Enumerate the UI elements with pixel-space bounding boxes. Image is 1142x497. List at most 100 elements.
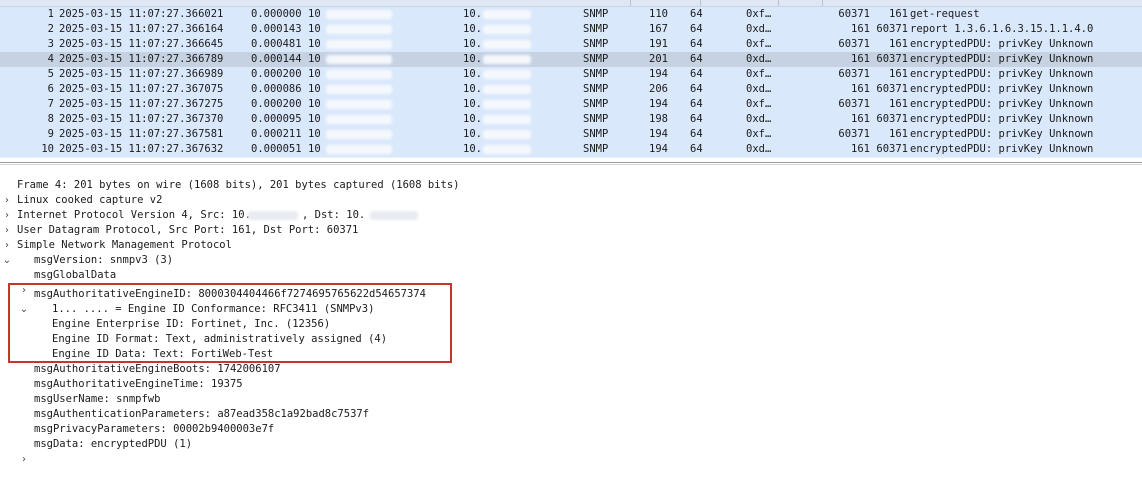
redacted-address (326, 55, 392, 64)
packet-cell-no: 1 (47, 8, 54, 20)
redacted-address (326, 115, 392, 124)
packet-cell-src: 10 (308, 83, 321, 95)
packet-cell-no: 2 (47, 23, 54, 35)
packet-row[interactable]: 5 2025-03-15 11:07:27.366989 0.000200 10 10.… (0, 67, 1142, 82)
packet-cell-ttl: 64 (690, 23, 703, 35)
tree-item-label: Engine ID Format: Text, administratively… (52, 333, 388, 345)
packet-cell-sport: 60371 (838, 98, 870, 110)
packet-cell-protocol: SNMP (583, 83, 609, 95)
redacted-address (326, 100, 392, 109)
packet-cell-dst: 10. (463, 68, 482, 80)
redacted-address (483, 85, 531, 94)
packet-cell-protocol: SNMP (583, 23, 609, 35)
packet-cell-length: 194 (649, 68, 668, 80)
packet-cell-protocol: SNMP (583, 68, 609, 80)
packet-cell-sport: 60371 (838, 8, 870, 20)
packet-cell-no: 4 (47, 53, 54, 65)
tree-item-label: User Datagram Protocol, Src Port: 161, D… (17, 224, 359, 236)
column-header-strip[interactable] (0, 0, 1142, 7)
packet-row[interactable]: 9 2025-03-15 11:07:27.367581 0.000211 10 10.… (0, 127, 1142, 142)
packet-cell-sport: 161 (851, 143, 870, 155)
tree-item-msg-global-data[interactable]: › msgGlobalData (0, 268, 116, 296)
tree-item-msg-data[interactable]: › msgData: encryptedPDU (1) (0, 437, 192, 465)
tree-item-ipv4[interactable]: › Internet Protocol Version 4, Src: 10. … (0, 208, 460, 236)
packet-cell-src: 10 (308, 143, 321, 155)
packet-cell-id: 0xf… (746, 98, 772, 110)
redacted-address (483, 25, 531, 34)
packet-cell-protocol: SNMP (583, 113, 609, 125)
tree-item-auth-params[interactable]: msgAuthenticationParameters: a87ead358c1… (0, 407, 369, 422)
tree-item-snmp[interactable]: ⌄ Simple Network Management Protocol (0, 238, 232, 266)
packet-cell-dport: 60371 (876, 143, 908, 155)
packet-cell-id: 0xf… (746, 38, 772, 50)
packet-row[interactable]: 6 2025-03-15 11:07:27.367075 0.000086 10 10.… (0, 82, 1142, 97)
packet-cell-dst: 10. (463, 38, 482, 50)
packet-cell-info: encryptedPDU: privKey Unknown (910, 38, 1094, 50)
tree-item-msg-version[interactable]: msgVersion: snmpv3 (3) (0, 253, 173, 268)
packet-cell-delta: 0.000051 (251, 143, 302, 155)
packet-details[interactable]: › Frame 4: 201 bytes on wire (1608 bits)… (0, 178, 1142, 470)
packet-cell-ttl: 64 (690, 38, 703, 50)
packet-cell-info: encryptedPDU: privKey Unknown (910, 113, 1094, 125)
packet-cell-no: 6 (47, 83, 54, 95)
packet-cell-length: 110 (649, 8, 668, 20)
packet-row[interactable]: 3 2025-03-15 11:07:27.366645 0.000481 10 10.… (0, 37, 1142, 52)
packet-cell-length: 201 (649, 53, 668, 65)
packet-cell-dst: 10. (463, 128, 482, 140)
packet-cell-ttl: 64 (690, 53, 703, 65)
packet-cell-src: 10 (308, 98, 321, 110)
packet-cell-dst: 10. (463, 113, 482, 125)
packet-cell-id: 0xd… (746, 53, 772, 65)
packet-list[interactable]: 1 2025-03-15 11:07:27.366021 0.000000 10 10.… (0, 0, 1142, 158)
packet-row[interactable]: 10 2025-03-15 11:07:27.367632 0.000051 10 10… (0, 142, 1142, 157)
packet-row[interactable]: 8 2025-03-15 11:07:27.367370 0.000095 10 10.… (0, 112, 1142, 127)
tree-item-label: msgGlobalData (34, 269, 117, 281)
redacted-address (326, 85, 392, 94)
tree-item-label: msgData: encryptedPDU (1) (34, 438, 193, 450)
packet-row[interactable]: 4 2025-03-15 11:07:27.366789 0.000144 10 10.… (0, 52, 1142, 67)
pane-splitter[interactable] (0, 158, 1142, 170)
redacted-address (483, 100, 531, 109)
tree-item-engine-data[interactable]: Engine ID Data: Text: FortiWeb-Test (0, 347, 273, 362)
packet-cell-time: 2025-03-15 11:07:27.366164 (59, 23, 224, 35)
packet-cell-length: 191 (649, 38, 668, 50)
tree-item-engine-conformance[interactable]: 1... .... = Engine ID Conformance: RFC34… (0, 302, 374, 317)
redacted-address (483, 10, 531, 19)
packet-cell-sport: 161 (851, 53, 870, 65)
packet-cell-length: 206 (649, 83, 668, 95)
tree-item-engine-enterprise[interactable]: Engine Enterprise ID: Fortinet, Inc. (12… (0, 317, 330, 332)
tree-item-udp[interactable]: › User Datagram Protocol, Src Port: 161,… (0, 223, 358, 251)
tree-item-linux-cooked[interactable]: › Linux cooked capture v2 (0, 193, 162, 221)
packet-cell-id: 0xd… (746, 113, 772, 125)
redacted-address (483, 130, 531, 139)
packet-row[interactable]: 1 2025-03-15 11:07:27.366021 0.000000 10 10.… (0, 7, 1142, 22)
packet-cell-time: 2025-03-15 11:07:27.367275 (59, 98, 224, 110)
tree-item-engine-format[interactable]: Engine ID Format: Text, administratively… (0, 332, 387, 347)
tree-item-label: 1... .... = Engine ID Conformance: RFC34… (52, 303, 375, 315)
tree-item-priv-params[interactable]: msgPrivacyParameters: 00002b9400003e7f (0, 422, 274, 437)
packet-cell-id: 0xd… (746, 83, 772, 95)
packet-cell-protocol: SNMP (583, 128, 609, 140)
packet-cell-id: 0xf… (746, 68, 772, 80)
packet-cell-time: 2025-03-15 11:07:27.366021 (59, 8, 224, 20)
tree-item-frame[interactable]: › Frame 4: 201 bytes on wire (1608 bits)… (0, 178, 460, 206)
packet-cell-ttl: 64 (690, 128, 703, 140)
packet-cell-src: 10 (308, 23, 321, 35)
packet-row[interactable]: 2 2025-03-15 11:07:27.366164 0.000143 10 10.… (0, 22, 1142, 37)
tree-item-label: msgUserName: snmpfwb (34, 393, 161, 405)
packet-cell-src: 10 (308, 38, 321, 50)
packet-row[interactable]: 7 2025-03-15 11:07:27.367275 0.000200 10 10.… (0, 97, 1142, 112)
packet-cell-ttl: 64 (690, 98, 703, 110)
packet-cell-ttl: 64 (690, 143, 703, 155)
chevron-right-icon[interactable]: › (19, 452, 29, 467)
packet-cell-length: 198 (649, 113, 668, 125)
packet-cell-id: 0xd… (746, 23, 772, 35)
tree-item-user-name[interactable]: msgUserName: snmpfwb (0, 392, 160, 407)
tree-item-engine-boots[interactable]: msgAuthoritativeEngineBoots: 1742006107 (0, 362, 281, 377)
tree-item-engine-time[interactable]: msgAuthoritativeEngineTime: 19375 (0, 377, 243, 392)
packet-cell-info: encryptedPDU: privKey Unknown (910, 83, 1094, 95)
tree-item-engine-id[interactable]: ⌄ msgAuthoritativeEngineID: 800030440446… (0, 287, 426, 315)
packet-cell-sport: 161 (851, 113, 870, 125)
packet-cell-dport: 161 (889, 38, 908, 50)
packet-cell-no: 7 (47, 98, 54, 110)
